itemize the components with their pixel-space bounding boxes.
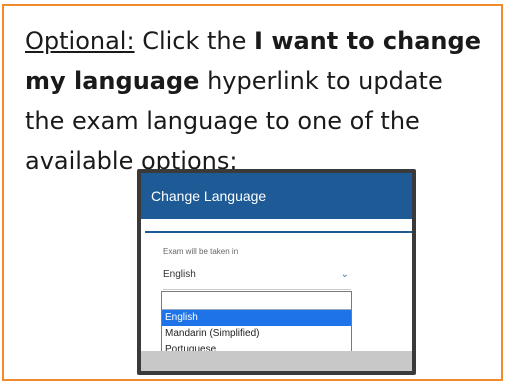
instruction-callout: Optional: Click the I want to change my … [2, 4, 503, 381]
exam-language-label: Exam will be taken in [163, 247, 239, 256]
dialog-title: Change Language [151, 188, 267, 204]
option-english[interactable]: English [162, 310, 351, 326]
dialog-footer-strip [141, 351, 412, 371]
language-select[interactable]: English ⌄ [163, 269, 349, 287]
instruction-part-1: Click the [134, 27, 255, 55]
select-underline [163, 289, 351, 290]
optional-label: Optional: [25, 27, 135, 55]
options-filter-box[interactable] [162, 292, 351, 310]
dialog-header: Change Language [141, 173, 412, 219]
language-select-value: English [163, 269, 196, 280]
change-language-dialog-screenshot: Change Language Exam will be taken in En… [137, 169, 416, 375]
option-mandarin-simplified[interactable]: Mandarin (Simplified) [162, 326, 351, 342]
instruction-text: Optional: Click the I want to change my … [25, 21, 485, 181]
chevron-down-icon[interactable]: ⌄ [341, 269, 349, 280]
